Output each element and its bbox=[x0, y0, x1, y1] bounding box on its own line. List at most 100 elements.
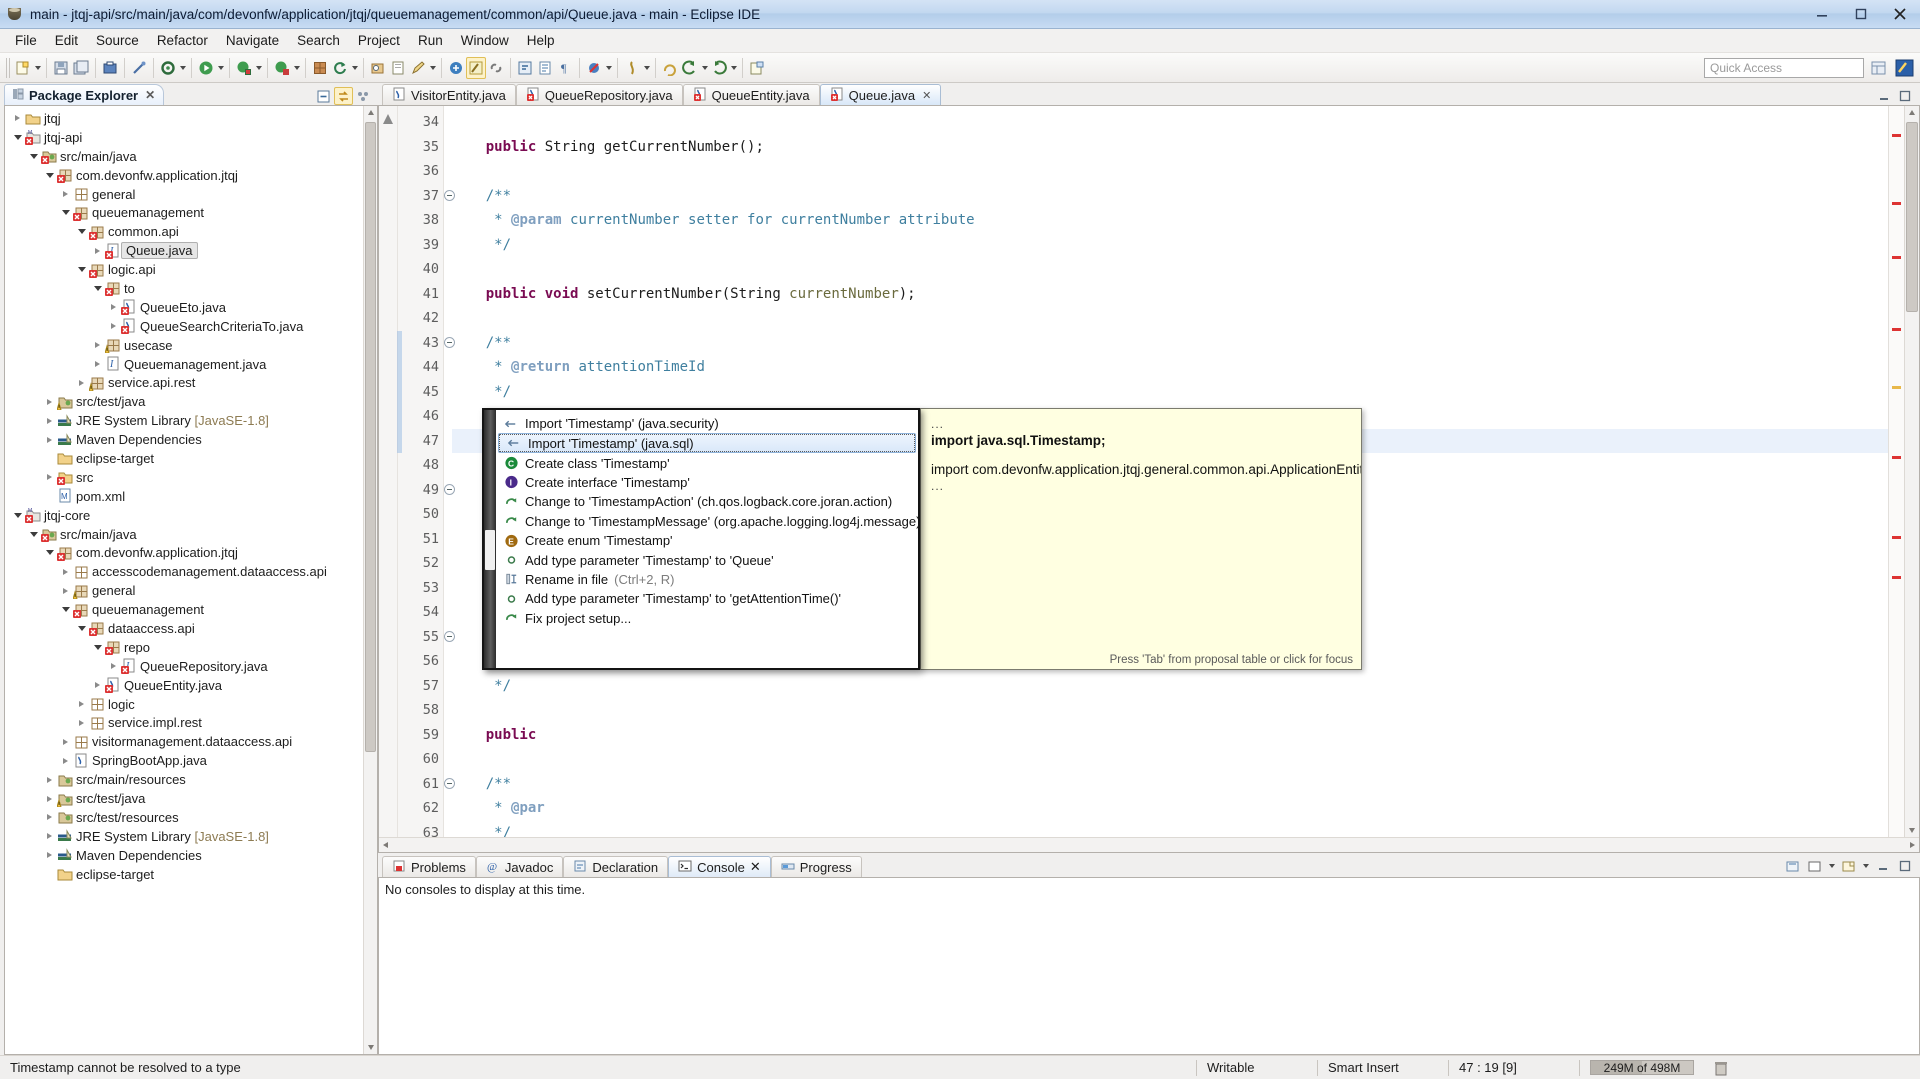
open-type-icon[interactable] bbox=[368, 57, 388, 79]
save-icon[interactable] bbox=[51, 57, 71, 79]
tree-item-general[interactable]: general bbox=[5, 581, 363, 600]
tree-collapse-arrow-icon[interactable] bbox=[59, 607, 72, 612]
menu-run[interactable]: Run bbox=[409, 30, 452, 51]
package-explorer-tree[interactable]: jtqjMjtqj-apisrc/main/javacom.devonfw.ap… bbox=[5, 106, 363, 1054]
console-display-dropdown-icon[interactable] bbox=[1827, 855, 1836, 877]
menu-edit[interactable]: Edit bbox=[46, 30, 87, 51]
next-annotation-icon[interactable] bbox=[515, 57, 535, 79]
quickfix-proposal-item[interactable]: ICreate interface 'Timestamp' bbox=[496, 473, 918, 492]
tab-console[interactable]: Console ✕ bbox=[668, 856, 771, 877]
tree-item-queuemanagement[interactable]: queuemanagement bbox=[5, 203, 363, 222]
tree-expand-arrow-icon[interactable] bbox=[43, 437, 56, 443]
tree-expand-arrow-icon[interactable] bbox=[59, 588, 72, 594]
save-all-icon[interactable] bbox=[71, 57, 91, 79]
tree-expand-arrow-icon[interactable] bbox=[59, 569, 72, 575]
status-memory-monitor[interactable]: 249M of 498M bbox=[1580, 1056, 1704, 1079]
code-line[interactable]: */ bbox=[452, 821, 1888, 838]
tree-item-src[interactable]: src bbox=[5, 468, 363, 487]
tree-expand-arrow-icon[interactable] bbox=[75, 701, 88, 707]
debug-icon[interactable] bbox=[234, 57, 254, 79]
tree-expand-arrow-icon[interactable] bbox=[43, 777, 56, 783]
tree-expand-arrow-icon[interactable] bbox=[43, 418, 56, 424]
new-wizard-icon[interactable] bbox=[13, 57, 33, 79]
editor-tab-visitorentity[interactable]: VisitorEntity.java bbox=[382, 84, 516, 105]
tree-expand-arrow-icon[interactable] bbox=[91, 682, 104, 688]
tree-item-queuemanagement-java[interactable]: IQueuemanagement.java bbox=[5, 355, 363, 374]
code-line[interactable]: /** bbox=[452, 772, 1888, 797]
tree-collapse-arrow-icon[interactable] bbox=[75, 267, 88, 272]
code-line[interactable] bbox=[452, 159, 1888, 184]
package-explorer-scroll-thumb[interactable] bbox=[365, 122, 376, 752]
tree-item-common-api[interactable]: common.api bbox=[5, 222, 363, 241]
tree-collapse-arrow-icon[interactable] bbox=[59, 210, 72, 215]
tree-collapse-arrow-icon[interactable] bbox=[43, 173, 56, 178]
code-line[interactable] bbox=[452, 110, 1888, 135]
run-icon[interactable] bbox=[196, 57, 216, 79]
editor-marker-column[interactable] bbox=[379, 106, 398, 837]
quick-access-input[interactable]: Quick Access bbox=[1704, 58, 1864, 78]
tree-expand-arrow-icon[interactable] bbox=[43, 399, 56, 405]
tree-collapse-arrow-icon[interactable] bbox=[11, 135, 24, 140]
collapse-all-icon[interactable] bbox=[314, 87, 333, 105]
debug-dropdown-icon[interactable] bbox=[254, 57, 263, 79]
code-line[interactable] bbox=[452, 747, 1888, 772]
bottom-maximize-icon[interactable] bbox=[1895, 857, 1914, 875]
open-console-dropdown-icon[interactable] bbox=[1861, 855, 1870, 877]
editor-tab-queue[interactable]: Queue.java ✕ bbox=[820, 84, 942, 105]
quickfix-proposal-item[interactable]: Change to 'TimestampMessage' (org.apache… bbox=[496, 512, 918, 531]
back-icon[interactable] bbox=[680, 57, 700, 79]
tree-expand-arrow-icon[interactable] bbox=[91, 342, 104, 348]
tree-item-queuerepository-java[interactable]: IQueueRepository.java bbox=[5, 657, 363, 676]
tree-item-visitormanagement-dataaccess-api[interactable]: visitormanagement.dataaccess.api bbox=[5, 732, 363, 751]
tree-item-repo[interactable]: repo bbox=[5, 638, 363, 657]
toolbar-grip[interactable] bbox=[6, 58, 11, 78]
java-editor-icon[interactable] bbox=[622, 57, 642, 79]
tree-item-com-devonfw-application-jtqj[interactable]: com.devonfw.application.jtqj bbox=[5, 543, 363, 562]
tree-item-src-test-java[interactable]: src/test/java bbox=[5, 789, 363, 808]
minimize-button[interactable] bbox=[1803, 3, 1840, 25]
coverage-dropdown-icon[interactable] bbox=[292, 57, 301, 79]
tree-collapse-arrow-icon[interactable] bbox=[27, 532, 40, 537]
tree-item-dataaccess-api[interactable]: dataaccess.api bbox=[5, 619, 363, 638]
tree-expand-arrow-icon[interactable] bbox=[11, 115, 24, 121]
tree-expand-arrow-icon[interactable] bbox=[91, 361, 104, 367]
coverage-icon[interactable] bbox=[272, 57, 292, 79]
package-explorer-scrollbar[interactable] bbox=[363, 106, 377, 1054]
menu-search[interactable]: Search bbox=[288, 30, 349, 51]
tree-item-jre-system-library[interactable]: JRE System Library [JavaSE-1.8] bbox=[5, 827, 363, 846]
tab-problems[interactable]: Problems bbox=[382, 856, 476, 877]
forward-dropdown-icon[interactable] bbox=[729, 57, 738, 79]
tree-item-queue-java[interactable]: IQueue.java bbox=[5, 241, 363, 260]
java-perspective-icon[interactable] bbox=[466, 57, 486, 79]
code-line[interactable]: public bbox=[452, 723, 1888, 748]
run-dropdown-icon[interactable] bbox=[216, 57, 225, 79]
tree-item-jtqj[interactable]: jtqj bbox=[5, 109, 363, 128]
tree-item-to[interactable]: to bbox=[5, 279, 363, 298]
tree-collapse-arrow-icon[interactable] bbox=[75, 626, 88, 631]
open-task-icon[interactable] bbox=[747, 57, 767, 79]
tree-collapse-arrow-icon[interactable] bbox=[43, 550, 56, 555]
package-explorer-close-icon[interactable]: ✕ bbox=[145, 88, 155, 102]
code-line[interactable]: * @return attentionTimeId bbox=[452, 355, 1888, 380]
console-content[interactable]: No consoles to display at this time. bbox=[378, 877, 1920, 1055]
pencil-dropdown-icon[interactable] bbox=[428, 57, 437, 79]
java-perspective-button[interactable] bbox=[1894, 57, 1916, 79]
code-line[interactable]: */ bbox=[452, 380, 1888, 405]
tree-item-queueeto-java[interactable]: QueueEto.java bbox=[5, 298, 363, 317]
tab-package-explorer[interactable]: Package Explorer ✕ bbox=[4, 84, 164, 105]
tree-expand-arrow-icon[interactable] bbox=[43, 814, 56, 820]
link-icon[interactable] bbox=[486, 57, 506, 79]
tree-item-src-main-resources[interactable]: src/main/resources bbox=[5, 770, 363, 789]
tree-collapse-arrow-icon[interactable] bbox=[91, 645, 104, 650]
tree-item-queueentity-java[interactable]: QueueEntity.java bbox=[5, 676, 363, 695]
editor-overview-ruler[interactable] bbox=[1888, 106, 1904, 837]
menu-project[interactable]: Project bbox=[349, 30, 409, 51]
quickfix-proposal-item[interactable]: Add type parameter 'Timestamp' to 'Queue… bbox=[496, 550, 918, 569]
quickfix-scrollbar[interactable] bbox=[484, 410, 496, 668]
quickfix-proposal-item[interactable]: ECreate enum 'Timestamp' bbox=[496, 531, 918, 550]
menu-file[interactable]: File bbox=[6, 30, 46, 51]
quickfix-scroll-thumb[interactable] bbox=[485, 530, 495, 570]
tree-expand-arrow-icon[interactable] bbox=[43, 796, 56, 802]
tree-expand-arrow-icon[interactable] bbox=[59, 739, 72, 745]
maximize-button[interactable] bbox=[1842, 3, 1879, 25]
